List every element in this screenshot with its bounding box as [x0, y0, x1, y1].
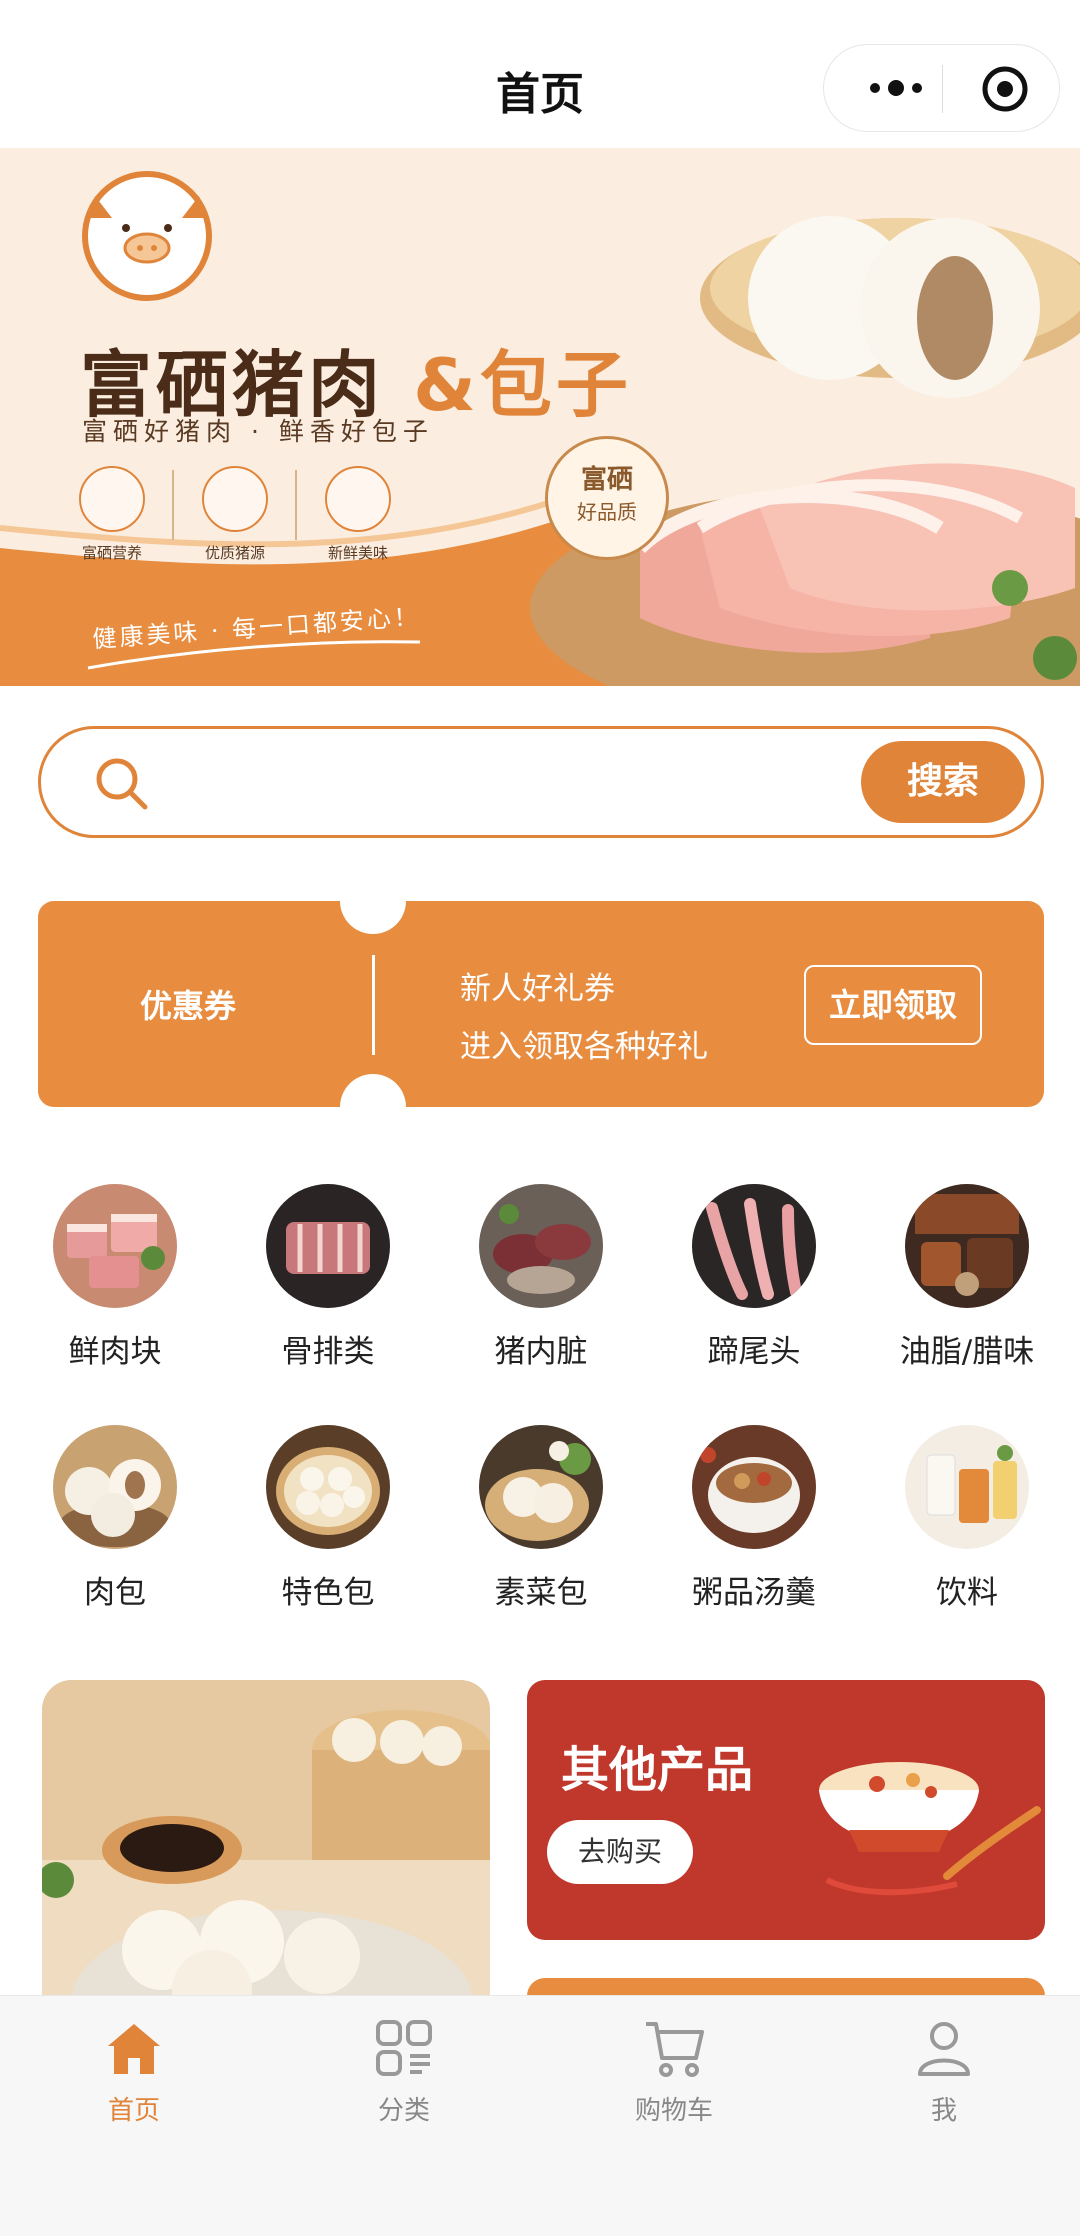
- tab-home[interactable]: 首页: [34, 2016, 234, 2127]
- pig-icon: [202, 466, 268, 532]
- buy-now-button[interactable]: 去购买: [547, 1820, 693, 1884]
- coupon-line-1: 新人好礼券: [460, 971, 615, 1007]
- search-icon: [96, 758, 148, 810]
- coupon-divider: [372, 955, 375, 1055]
- coupon-notch: [340, 1074, 406, 1107]
- other-products-title: 其他产品: [561, 1742, 754, 1798]
- buns-photo: [42, 1680, 490, 2000]
- category-ribs[interactable]: 骨排类: [228, 1184, 428, 1371]
- category-porridge-soup[interactable]: 粥品汤羹: [654, 1425, 854, 1612]
- home-icon: [108, 2024, 160, 2074]
- meat-bun-photo: [53, 1425, 177, 1549]
- promo-card-other-products[interactable]: 其他产品 去购买: [527, 1680, 1045, 1940]
- quality-stamp: 富硒 好品质: [545, 436, 669, 560]
- category-trotters[interactable]: 蹄尾头: [654, 1184, 854, 1371]
- promo-card-buns[interactable]: [42, 1680, 490, 2000]
- cured-meat-photo: [905, 1184, 1029, 1308]
- category-icon: [376, 2020, 432, 2076]
- more-menu-icon[interactable]: [856, 63, 936, 113]
- coupon-notch: [340, 901, 406, 934]
- coupon-banner[interactable]: 优惠券 新人好礼券 进入领取各种好礼 立即领取: [38, 901, 1044, 1107]
- cart-icon: [646, 2022, 704, 2077]
- bottom-tab-bar: 首页 分类 购物车 我: [0, 1995, 1080, 2236]
- capsule-divider: [942, 65, 943, 113]
- offal-photo: [479, 1184, 603, 1308]
- tab-category[interactable]: 分类: [304, 2016, 504, 2127]
- steamed-bun-icon: [325, 466, 391, 532]
- tab-cart[interactable]: 购物车: [574, 2016, 774, 2127]
- category-meat-bun[interactable]: 肉包: [15, 1425, 215, 1612]
- search-button[interactable]: 搜索: [861, 741, 1025, 823]
- special-bun-photo: [266, 1425, 390, 1549]
- search-input[interactable]: [171, 749, 875, 817]
- leaf-icon: [79, 466, 145, 532]
- category-offal[interactable]: 猪内脏: [441, 1184, 641, 1371]
- feature-pork-source: 优质猪源: [175, 466, 295, 563]
- category-cured-meat[interactable]: 油脂/腊味: [867, 1184, 1067, 1371]
- soup-photo: [692, 1425, 816, 1549]
- coupon-line-2: 进入领取各种好礼: [460, 1029, 708, 1065]
- user-icon: [918, 2022, 970, 2076]
- title-bar: 首页: [0, 0, 1080, 148]
- coupon-title: 优惠券: [139, 987, 236, 1025]
- category-special-bun[interactable]: 特色包: [228, 1425, 428, 1612]
- tab-me[interactable]: 我: [844, 2016, 1044, 2127]
- category-drinks[interactable]: 饮料: [867, 1425, 1067, 1612]
- trotters-photo: [692, 1184, 816, 1308]
- drinks-photo: [905, 1425, 1029, 1549]
- porridge-illustration: [819, 1762, 1041, 1896]
- feature-nutrition: 富硒营养: [52, 466, 172, 563]
- claim-coupon-button[interactable]: 立即领取: [804, 965, 982, 1045]
- hero-banner[interactable]: 富硒猪肉 &包子 富硒好猪肉 · 鲜香好包子 富硒营养 优质猪源 新鲜美味 健康…: [0, 148, 1080, 686]
- category-veg-bun[interactable]: 素菜包: [441, 1425, 641, 1612]
- veg-bun-photo: [479, 1425, 603, 1549]
- feature-fresh: 新鲜美味: [298, 466, 418, 563]
- banner-subtitle: 富硒好猪肉 · 鲜香好包子: [82, 417, 434, 446]
- fresh-meat-photo: [53, 1184, 177, 1308]
- close-miniprogram-icon[interactable]: [979, 63, 1031, 115]
- search-bar: 搜索: [38, 726, 1044, 838]
- category-fresh-meat[interactable]: 鲜肉块: [15, 1184, 215, 1371]
- ribs-photo: [266, 1184, 390, 1308]
- mini-program-capsule: [823, 44, 1060, 132]
